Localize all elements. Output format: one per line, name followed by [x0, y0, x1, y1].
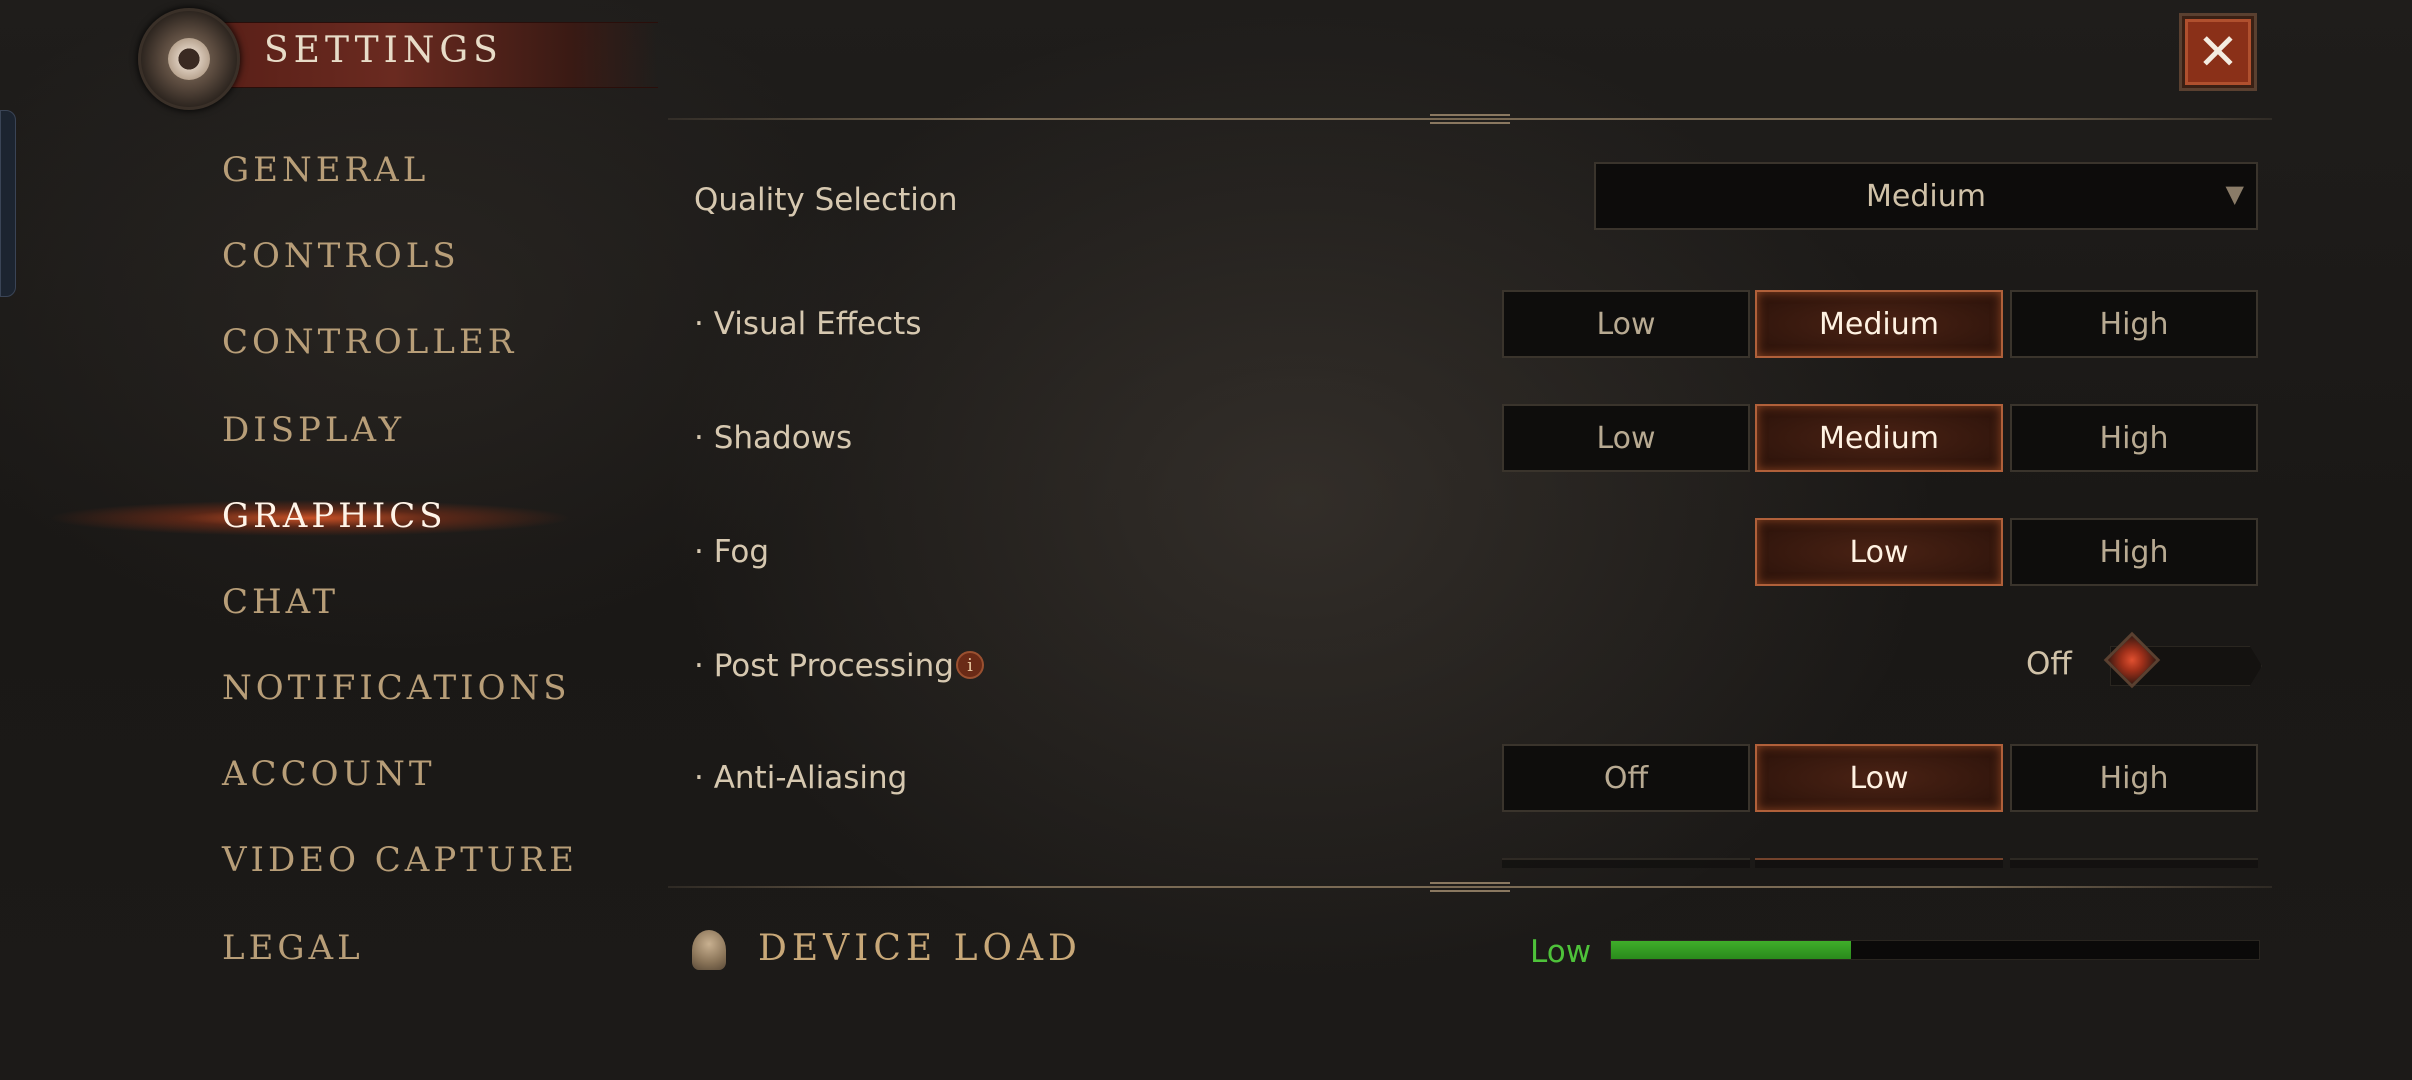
bell-icon — [692, 930, 726, 970]
top-divider-ornament — [1430, 114, 1510, 124]
quality-selection-value: Medium — [1866, 178, 1986, 214]
sidebar-item-video-capture[interactable]: VIDEO CAPTURE — [222, 840, 578, 880]
fog-high-button[interactable]: High — [2010, 518, 2258, 586]
sidebar-item-notifications[interactable]: NOTIFICATIONS — [222, 668, 571, 708]
sidebar-item-legal[interactable]: LEGAL — [222, 928, 364, 968]
device-load-level: Low — [1530, 934, 1592, 970]
post-processing-toggle-label: Off — [2026, 646, 2072, 682]
chevron-down-icon: ▼ — [2225, 180, 2244, 208]
sidebar-item-controller[interactable]: CONTROLLER — [222, 322, 517, 362]
next-row-partial — [1755, 858, 2003, 868]
quality-selection-dropdown[interactable]: Medium ▼ — [1594, 162, 2258, 230]
sidebar-item-general[interactable]: GENERAL — [222, 150, 429, 190]
sidebar-item-account[interactable]: ACCOUNT — [222, 754, 436, 794]
visual-effects-label: · Visual Effects — [694, 306, 922, 342]
settings-header: SETTINGS — [138, 8, 658, 112]
anti-aliasing-low-button[interactable]: Low — [1755, 744, 2003, 812]
shadows-label: · Shadows — [694, 420, 853, 456]
shadows-low-button[interactable]: Low — [1502, 404, 1750, 472]
page-title: SETTINGS — [264, 30, 503, 71]
fog-low-button[interactable]: Low — [1755, 518, 2003, 586]
close-x-icon: ✕ — [2197, 23, 2239, 81]
left-edge-tab — [0, 110, 16, 297]
next-row-partial — [2010, 858, 2258, 868]
visual-effects-high-button[interactable]: High — [2010, 290, 2258, 358]
device-load-bar — [1610, 940, 2260, 960]
sidebar-item-chat[interactable]: CHAT — [222, 582, 339, 622]
next-row-partial — [1502, 858, 1750, 868]
post-processing-label: · Post Processing — [694, 648, 954, 684]
anti-aliasing-off-button[interactable]: Off — [1502, 744, 1750, 812]
visual-effects-medium-button[interactable]: Medium — [1755, 290, 2003, 358]
device-load-bar-fill — [1611, 941, 1851, 959]
fog-label: · Fog — [694, 534, 770, 570]
gear-icon — [138, 8, 240, 110]
anti-aliasing-high-button[interactable]: High — [2010, 744, 2258, 812]
close-button[interactable]: ✕ — [2182, 16, 2254, 88]
bottom-divider-ornament — [1430, 882, 1510, 892]
info-icon[interactable]: i — [956, 651, 984, 679]
shadows-medium-button[interactable]: Medium — [1755, 404, 2003, 472]
device-load-title: DEVICE LOAD — [758, 928, 1082, 969]
shadows-high-button[interactable]: High — [2010, 404, 2258, 472]
visual-effects-low-button[interactable]: Low — [1502, 290, 1750, 358]
sidebar-item-display[interactable]: DISPLAY — [222, 410, 405, 450]
anti-aliasing-label: · Anti-Aliasing — [694, 760, 908, 796]
sidebar-item-controls[interactable]: CONTROLS — [222, 236, 460, 276]
sidebar-item-graphics[interactable]: GRAPHICS — [222, 496, 447, 536]
quality-selection-label: Quality Selection — [694, 182, 958, 218]
